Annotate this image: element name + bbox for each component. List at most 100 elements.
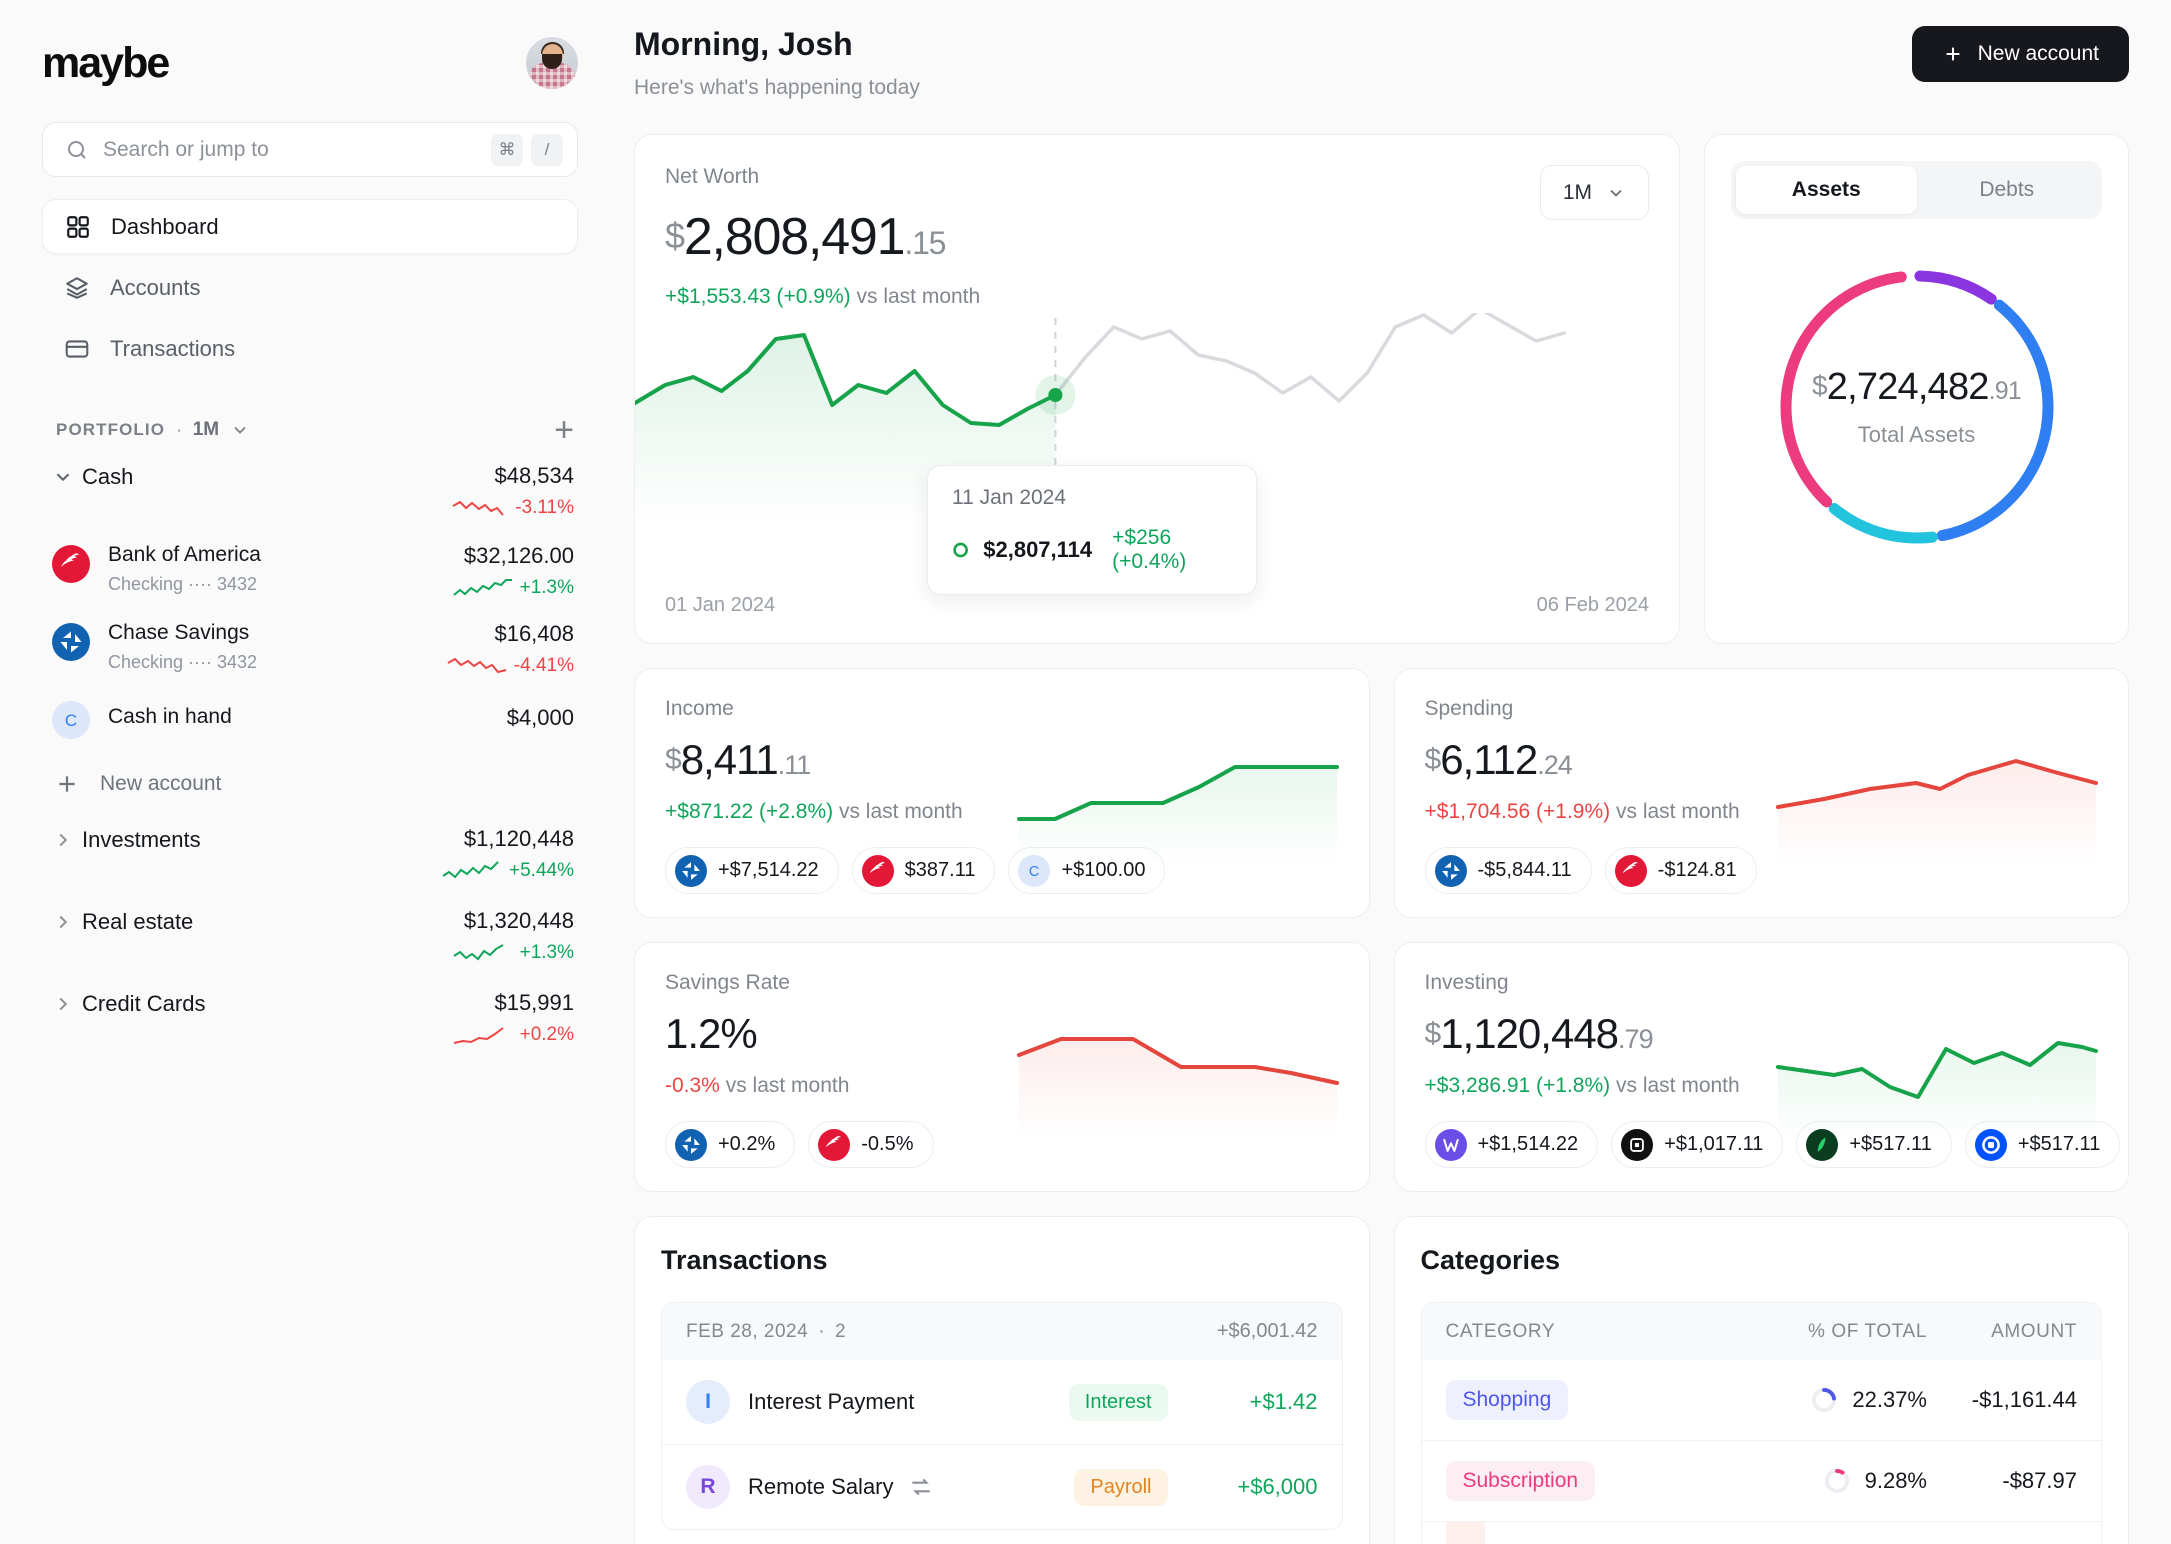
pill-wealthfront[interactable]: +$1,514.22 — [1425, 1121, 1599, 1168]
chevron-right-icon[interactable] — [52, 826, 82, 856]
group-trend: -3.11% — [452, 497, 574, 519]
col-percent: % OF TOTAL — [1737, 1321, 1927, 1343]
category-row[interactable]: Shopping 22.37% -$1,161.44 — [1422, 1360, 2102, 1440]
transaction-avatar: R — [686, 1465, 730, 1509]
assets-donut-chart: $2,724,482.91 Total Assets — [1731, 257, 2102, 557]
category-amount: -$1,161.44 — [1927, 1387, 2077, 1413]
account-name: Chase Savings — [108, 621, 257, 645]
investing-sparkline — [1772, 1021, 2102, 1141]
tooltip-date: 11 Jan 2024 — [952, 486, 1232, 510]
add-portfolio-button[interactable]: + — [554, 413, 574, 447]
account-change: -4.41% — [514, 655, 574, 677]
key-slash: / — [531, 134, 563, 166]
group-trend: +5.44% — [442, 860, 574, 882]
net-worth-delta-value: +$1,553.43 (+0.9%) — [665, 285, 851, 308]
pill-label: +$7,514.22 — [718, 859, 819, 882]
category-tag[interactable]: Shopping — [1446, 1380, 1569, 1420]
account-trend: +1.3% — [453, 577, 574, 599]
category-tag[interactable]: Subscription — [1446, 1461, 1596, 1501]
transaction-avatar: I — [686, 1380, 730, 1424]
pill-chase[interactable]: +0.2% — [665, 1121, 795, 1168]
grid-icon — [65, 214, 91, 240]
account-row-chase-savings[interactable]: Chase Savings Checking ···· 3432 $16,408… — [42, 610, 578, 688]
portfolio-group-credit-cards[interactable]: Credit Cards $15,991 +0.2% — [42, 977, 578, 1059]
transaction-row[interactable]: R Remote Salary Payroll +$6,000 — [662, 1444, 1342, 1529]
square-logo — [1621, 1129, 1653, 1161]
col-amount: AMOUNT — [1927, 1321, 2077, 1343]
chase-logo — [675, 1129, 707, 1161]
portfolio-header: PORTFOLIO · 1M + — [42, 410, 578, 450]
avatar[interactable] — [526, 37, 578, 89]
group-change: -3.11% — [515, 497, 574, 519]
investing-delta-suffix: vs last month — [1616, 1074, 1740, 1097]
account-change: +1.3% — [520, 577, 574, 599]
currency-symbol: $ — [665, 215, 684, 256]
sidebar-item-label: Dashboard — [111, 214, 219, 240]
sidebar-item-accounts[interactable]: Accounts — [42, 260, 578, 315]
transaction-category-badge[interactable]: Interest — [1069, 1384, 1168, 1421]
wealthfront-logo — [1435, 1129, 1467, 1161]
account-row-bank-of-america[interactable]: Bank of America Checking ···· 3432 $32,1… — [42, 532, 578, 610]
category-percent: 9.28% — [1865, 1468, 1927, 1494]
categories-title: Categories — [1421, 1245, 2103, 1276]
category-amount: -$87.97 — [1927, 1468, 2077, 1494]
pill-square[interactable]: +$1,017.11 — [1611, 1121, 1783, 1168]
transaction-name: Interest Payment — [748, 1389, 914, 1415]
net-worth-delta: +$1,553.43 (+0.9%) vs last month — [665, 285, 980, 309]
sidebar-item-transactions[interactable]: Transactions — [42, 321, 578, 376]
currency-symbol: $ — [1812, 370, 1827, 401]
group-amount: $15,991 — [494, 990, 574, 1015]
portfolio-group-cash[interactable]: Cash $48,534 -3.11% — [42, 450, 578, 532]
group-change: +0.2% — [520, 1024, 574, 1046]
portfolio-group-investments[interactable]: Investments $1,120,448 +5.44% — [42, 813, 578, 895]
group-name: Cash — [82, 463, 133, 490]
pill-bank-of-america[interactable]: $387.11 — [852, 847, 996, 894]
axis-start-label: 01 Jan 2024 — [665, 594, 775, 617]
account-trend: -4.41% — [447, 655, 574, 677]
investing-card: Investing $1,120,448.79 +$3,286.91 (+1.8… — [1394, 942, 2130, 1192]
chevron-right-icon[interactable] — [52, 908, 82, 938]
transaction-category-badge[interactable]: Payroll — [1074, 1469, 1167, 1506]
savings-rate-card: Savings Rate 1.2% -0.3% vs last month +0… — [634, 942, 1370, 1192]
tab-debts[interactable]: Debts — [1917, 166, 2098, 214]
sidebar-new-account-button[interactable]: New account — [42, 755, 578, 813]
pill-bank-of-america[interactable]: -0.5% — [808, 1121, 933, 1168]
category-percent-cell: 9.28% — [1737, 1467, 1927, 1495]
chevron-down-icon[interactable] — [52, 463, 82, 493]
pill-label: -$124.81 — [1658, 859, 1737, 882]
app-logo[interactable]: maybe — [42, 39, 168, 88]
transactions-group-count: 2 — [835, 1321, 846, 1343]
sidebar-item-dashboard[interactable]: Dashboard — [42, 199, 578, 254]
recurring-icon — [908, 1474, 934, 1500]
category-row[interactable]: Subscription 9.28% -$87.97 — [1422, 1440, 2102, 1521]
pill-bank-of-america[interactable]: -$124.81 — [1605, 847, 1757, 894]
net-worth-value: $2,808,491.15 — [665, 211, 980, 263]
portfolio-range-value[interactable]: 1M — [193, 419, 219, 441]
net-worth-range-select[interactable]: 1M — [1540, 165, 1649, 220]
new-account-button[interactable]: New account — [1912, 26, 2129, 82]
pill-label: $387.11 — [905, 859, 976, 882]
account-row-cash-in-hand[interactable]: C Cash in hand $4,000 — [42, 688, 578, 755]
savings-investing-row: Savings Rate 1.2% -0.3% vs last month +0… — [634, 942, 2129, 1192]
investing-label: Investing — [1425, 971, 2099, 995]
tab-assets[interactable]: Assets — [1736, 166, 1917, 214]
chevron-down-icon[interactable] — [230, 420, 250, 440]
search-input[interactable]: Search or jump to ⌘ / — [42, 122, 578, 177]
portfolio-group-real-estate[interactable]: Real estate $1,320,448 +1.3% — [42, 895, 578, 977]
total-assets-value: $2,724,482.91 — [1731, 366, 2102, 409]
net-worth-chart: 01 Jan 2024 06 Feb 2024 11 Jan 2024 $2,8… — [635, 313, 1679, 643]
spending-label: Spending — [1425, 697, 2099, 721]
spending-delta-value: +$1,704.56 (+1.9%) — [1425, 800, 1611, 823]
bank-of-america-logo — [52, 543, 98, 588]
dashboard-app: maybe Search or jump to ⌘ / Dashboard Ac… — [0, 0, 2171, 1544]
currency-symbol: $ — [665, 743, 681, 776]
total-assets-cents: .91 — [1989, 377, 2021, 405]
chevron-right-icon[interactable] — [52, 990, 82, 1020]
spending-delta-suffix: vs last month — [1616, 800, 1740, 823]
pill-chase[interactable]: -$5,844.11 — [1425, 847, 1592, 894]
currency-symbol: $ — [1425, 1017, 1441, 1050]
category-row-partial[interactable] — [1422, 1521, 2102, 1544]
pill-chase[interactable]: +$7,514.22 — [665, 847, 839, 894]
income-card: Income $8,411.11 +$871.22 (+2.8%) vs las… — [634, 668, 1370, 918]
transaction-row[interactable]: I Interest Payment Interest +$1.42 — [662, 1360, 1342, 1444]
